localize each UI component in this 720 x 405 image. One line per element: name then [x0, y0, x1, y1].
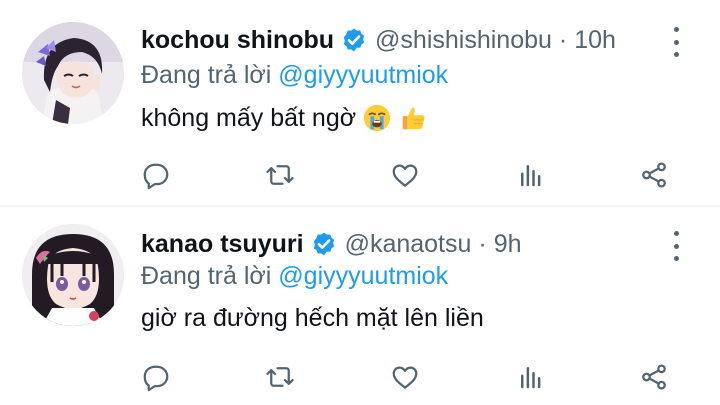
view-stats-icon: [521, 165, 541, 187]
separator-dot: ·: [478, 229, 487, 258]
replying-to-label: Đang trả lời: [141, 61, 272, 89]
reply-button[interactable]: [136, 155, 176, 195]
view-stats-button[interactable]: [511, 357, 551, 397]
like-button[interactable]: [385, 155, 425, 195]
avatar[interactable]: [22, 224, 124, 326]
reply-icon: [143, 163, 169, 190]
reply-feed: kochou shinobu @shishishinobu · 10h Đang…: [0, 0, 720, 405]
like-icon: [392, 366, 418, 389]
more-options-icon[interactable]: [666, 231, 686, 261]
retweet-button[interactable]: [260, 155, 300, 195]
reply-icon: [143, 365, 169, 392]
tweet-text: không mấy bất ngờ: [141, 103, 428, 133]
timestamp[interactable]: 10h: [574, 26, 616, 55]
replying-to-label: Đang trả lời: [141, 262, 272, 290]
share-button[interactable]: [634, 357, 674, 397]
view-stats-icon: [521, 367, 541, 389]
user-handle[interactable]: @shishishinobu: [375, 26, 552, 55]
tweet-header: kochou shinobu @shishishinobu · 10h: [141, 22, 616, 58]
user-handle[interactable]: @kanaotsu: [345, 230, 472, 259]
tweet-actions: [0, 357, 720, 397]
avatar-image: [22, 224, 124, 326]
tweet-actions: [0, 155, 720, 195]
tweet[interactable]: kochou shinobu @shishishinobu · 10h Đang…: [0, 0, 720, 206]
more-options-icon[interactable]: [666, 27, 686, 57]
reply-mention-link[interactable]: @giyyyuutmiok: [278, 262, 448, 290]
tweet-header: kanao tsuyuri @kanaotsu · 9h: [141, 226, 522, 262]
retweet-icon: [266, 165, 294, 185]
verified-badge-icon: [341, 27, 367, 53]
display-name[interactable]: kochou shinobu: [141, 26, 334, 55]
like-icon: [392, 164, 418, 187]
loudly-crying-face-icon: [362, 103, 392, 133]
tweet-text-content: giờ ra đường hếch mặt lên liền: [141, 304, 484, 332]
retweet-button[interactable]: [260, 357, 300, 397]
share-button[interactable]: [634, 155, 674, 195]
separator-dot: ·: [558, 25, 568, 54]
tweet[interactable]: kanao tsuyuri @kanaotsu · 9h Đang trả lờ…: [0, 206, 720, 405]
tweet-text-content: không mấy bất ngờ: [141, 103, 357, 132]
share-icon: [642, 162, 666, 188]
view-stats-button[interactable]: [511, 155, 551, 195]
replying-to: Đang trả lời @giyyyuutmiok: [141, 262, 448, 291]
tweet-text: giờ ra đường hếch mặt lên liền: [141, 304, 484, 333]
retweet-icon: [266, 367, 294, 387]
reply-button[interactable]: [136, 357, 176, 397]
like-button[interactable]: [385, 357, 425, 397]
avatar-image: [22, 22, 124, 124]
timestamp[interactable]: 9h: [494, 230, 522, 259]
thumbs-up-icon: [398, 103, 428, 133]
reply-mention-link[interactable]: @giyyyuutmiok: [278, 61, 448, 89]
display-name[interactable]: kanao tsuyuri: [141, 230, 304, 259]
share-icon: [642, 364, 666, 390]
avatar[interactable]: [22, 22, 124, 124]
replying-to: Đang trả lời @giyyyuutmiok: [141, 61, 448, 90]
verified-badge-icon: [311, 231, 337, 257]
